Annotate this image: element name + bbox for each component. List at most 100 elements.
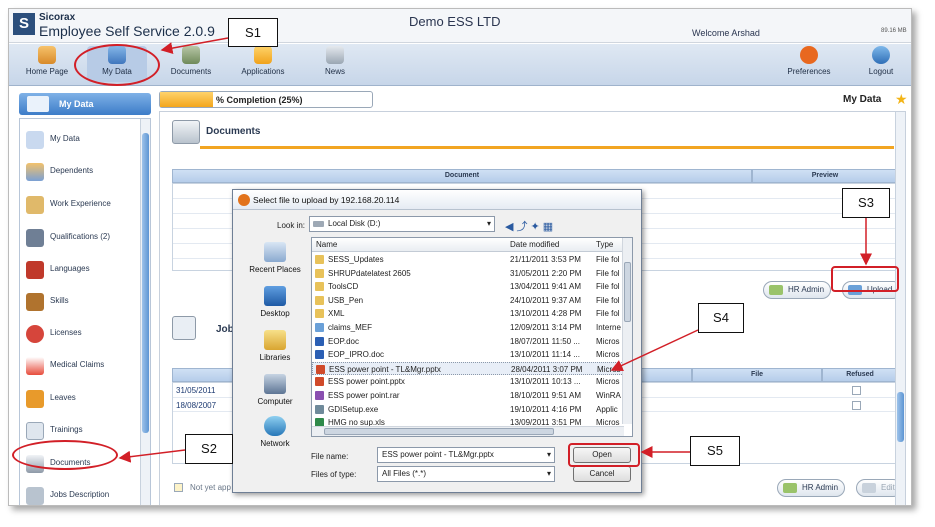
- rar-file-icon: [315, 391, 324, 400]
- folder-file-icon: [315, 309, 324, 319]
- sidebar-item-label: Dependents: [50, 166, 94, 175]
- file-row[interactable]: ToolsCD 13/04/2011 9:41 AM File fol: [312, 280, 624, 294]
- guitar-icon: [26, 293, 44, 311]
- document-column-header: Document: [172, 169, 752, 183]
- news-icon: [326, 46, 344, 64]
- file-type-select[interactable]: All Files (*.*) ▾: [377, 466, 555, 482]
- hr-admin-icon: [769, 285, 783, 295]
- sidebar-item-label: Qualifications (2): [50, 232, 111, 241]
- file-row[interactable]: USB_Pen 24/10/2011 9:37 AM File fol: [312, 294, 624, 308]
- place-recent-places[interactable]: Recent Places: [239, 242, 311, 274]
- nav-home-page[interactable]: Home Page: [17, 46, 77, 76]
- sidebar-item-dependents[interactable]: Dependents: [24, 157, 136, 187]
- scrollbar-thumb[interactable]: [624, 262, 631, 322]
- sidebar-item-label: Work Experience: [50, 199, 111, 208]
- scrollbar-thumb[interactable]: [142, 133, 149, 433]
- new-folder-icon[interactable]: ✦: [530, 221, 542, 233]
- name-column-header[interactable]: Name: [316, 240, 337, 249]
- file-date-cell: 24/10/2011 9:37 AM: [510, 295, 582, 305]
- file-row[interactable]: EOP_IPRO.doc 13/10/2011 11:14 ... Micros: [312, 348, 624, 362]
- documents-tray-icon: [172, 120, 200, 144]
- file-date-cell: 13/10/2011 4:28 PM: [510, 309, 582, 319]
- file-row[interactable]: ESS power point.rar 18/10/2011 9:51 AM Win…: [312, 389, 624, 403]
- sidebar-item-jobs-description[interactable]: Jobs Description: [24, 481, 136, 505]
- nav-preferences[interactable]: Preferences: [779, 46, 839, 76]
- storage-usage: 89.16 MB: [881, 28, 907, 34]
- main-scrollbar[interactable]: [895, 112, 905, 505]
- exe-file-icon: [315, 404, 324, 414]
- favorite-star-icon[interactable]: ★: [895, 91, 908, 108]
- nav-label: Home Page: [25, 67, 69, 76]
- nav-applications[interactable]: Applications: [233, 46, 293, 76]
- file-name-cell: ESS power point.pptx: [328, 377, 405, 387]
- nav-logout[interactable]: Logout: [851, 46, 911, 76]
- place-label: Computer: [257, 397, 293, 406]
- sidebar-item-label: Trainings: [50, 425, 83, 434]
- file-row[interactable]: EOP.doc 18/07/2011 11:50 ... Micros: [312, 335, 624, 349]
- tools-icon: [26, 196, 44, 214]
- heart-icon: [800, 46, 818, 64]
- sidebar-item-my-data[interactable]: My Data: [24, 125, 136, 155]
- file-row[interactable]: SESS_Updates 21/11/2011 3:53 PM File fol: [312, 253, 624, 267]
- file-row[interactable]: GDISetup.exe 19/10/2011 4:16 PM Applic: [312, 403, 624, 417]
- sidebar-item-languages[interactable]: Languages: [24, 255, 136, 285]
- up-folder-icon[interactable]: ⤴: [516, 221, 530, 233]
- refused-checkbox[interactable]: [852, 386, 861, 395]
- refused-checkbox[interactable]: [852, 401, 861, 410]
- cancel-button[interactable]: Cancel: [573, 466, 631, 482]
- sidebar-title: My Data: [59, 99, 94, 109]
- hr-admin-icon: [783, 483, 797, 493]
- place-desktop[interactable]: Desktop: [239, 286, 311, 318]
- place-libraries[interactable]: Libraries: [239, 330, 311, 362]
- hr-admin-label: HR Admin: [788, 285, 825, 294]
- file-row[interactable]: claims_MEF 12/09/2011 3:14 PM Interne: [312, 321, 624, 335]
- file-list: Name Date modified Type SESS_Updates 21/1…: [311, 237, 633, 437]
- hr-admin-button-jobs[interactable]: HR Admin: [777, 479, 845, 497]
- place-computer[interactable]: Computer: [239, 374, 311, 406]
- file-date-cell: 18/07/2011 11:50 ...: [510, 336, 580, 346]
- sidebar-item-medical-claims[interactable]: Medical Claims: [24, 351, 136, 381]
- nav-documents[interactable]: Documents: [161, 46, 221, 76]
- sidebar-item-licenses[interactable]: Licenses: [24, 319, 136, 349]
- sidebar-item-skills[interactable]: Skills: [24, 287, 136, 317]
- look-in-label: Look in:: [277, 221, 306, 230]
- file-name-cell: EOP_IPRO.doc: [328, 350, 385, 360]
- file-row[interactable]: ESS power point.pptx 13/10/2011 10:13 ...…: [312, 375, 624, 389]
- medical-kit-icon: [26, 357, 44, 375]
- file-row[interactable]: XML 13/10/2011 4:28 PM File fol: [312, 307, 624, 321]
- file-date-cell: 19/10/2011 4:16 PM: [510, 404, 582, 414]
- file-name-input[interactable]: ESS power point - TL&Mgr.pptx ▾: [377, 447, 555, 463]
- whiteboard-icon: [26, 422, 44, 440]
- sidebar-item-label: Leaves: [50, 393, 76, 402]
- look-in-select[interactable]: Local Disk (D:) ▾: [309, 216, 495, 232]
- sidebar-item-leaves[interactable]: Leaves: [24, 384, 136, 414]
- sidebar-item-work-experience[interactable]: Work Experience: [24, 190, 136, 220]
- recent-places-icon: [264, 242, 286, 262]
- documents-icon: [182, 46, 200, 64]
- my-data-card-icon: [27, 96, 49, 112]
- drive-icon: [313, 221, 324, 227]
- scrollbar-thumb[interactable]: [897, 392, 904, 442]
- place-network[interactable]: Network: [239, 416, 311, 448]
- people-icon: [26, 163, 44, 181]
- view-menu-icon[interactable]: ▦: [543, 221, 556, 233]
- nav-news[interactable]: News: [305, 46, 365, 76]
- sidebar-scrollbar[interactable]: [140, 119, 150, 505]
- computer-icon: [264, 374, 286, 394]
- file-list-hscroll[interactable]: [312, 426, 624, 436]
- sidebar-item-qualifications[interactable]: Qualifications (2): [24, 223, 136, 253]
- chevron-down-icon: ▾: [546, 469, 551, 478]
- file-date-cell: 13/10/2011 11:14 ...: [510, 350, 580, 360]
- back-icon[interactable]: ◀: [505, 221, 516, 233]
- hr-admin-button[interactable]: HR Admin: [763, 281, 831, 299]
- date-column-header[interactable]: Date modified: [510, 240, 559, 249]
- folder-file-icon: [315, 282, 324, 292]
- annotation-label-s4: S4: [698, 303, 744, 333]
- scrollbar-thumb[interactable]: [324, 428, 554, 435]
- file-row[interactable]: ESS power point - TL&Mgr.pptx 28/04/2011 …: [312, 361, 624, 376]
- file-row[interactable]: SHRUPdatelatest 2605 31/05/2011 2:20 PM Fi…: [312, 267, 624, 281]
- type-column-header[interactable]: Type: [596, 240, 613, 249]
- places-bar: Recent Places Desktop Libraries Computer…: [239, 240, 311, 452]
- page-title: My Data: [843, 94, 882, 105]
- file-list-vscroll[interactable]: [622, 238, 632, 424]
